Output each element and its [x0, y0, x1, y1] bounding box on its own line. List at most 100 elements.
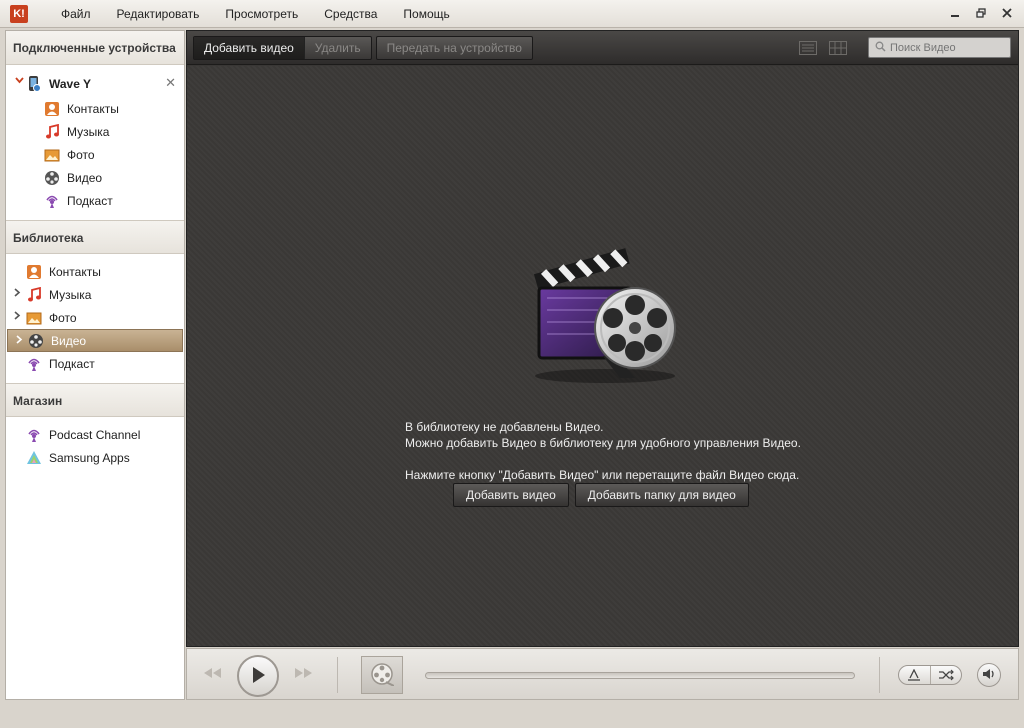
music-note-icon [44, 123, 60, 140]
grid-view-icon[interactable] [827, 38, 849, 58]
library-item-contacts[interactable]: Контакты [6, 260, 184, 283]
library-header: Библиотека [6, 220, 184, 254]
restore-icon[interactable] [972, 4, 990, 22]
add-video-cta-button[interactable]: Добавить видео [453, 483, 569, 507]
search-input[interactable] [890, 41, 1000, 54]
search-icon [875, 41, 886, 55]
toolbar: Добавить видео Удалить Передать на устро… [187, 31, 1018, 65]
library-item-label: Музыка [49, 287, 92, 302]
device-name: Wave Y [49, 77, 92, 91]
samsung-apps-icon [26, 450, 42, 466]
fast-forward-icon[interactable] [293, 667, 313, 682]
device-item-podcast[interactable]: Подкаст [6, 189, 184, 212]
send-to-device-button[interactable]: Передать на устройство [377, 37, 532, 59]
chevron-down-icon[interactable] [14, 76, 24, 88]
status-bar [0, 702, 1024, 728]
library-item-video[interactable]: Видео [7, 329, 183, 352]
view-toggle [797, 38, 849, 58]
menu-edit[interactable]: Редактировать [104, 0, 213, 28]
empty-state-message: В библиотеку не добавлены Видео. Можно д… [405, 419, 905, 483]
menu-view[interactable]: Просмотреть [212, 0, 311, 28]
device-item-photo[interactable]: Фото [6, 143, 184, 166]
menu-file[interactable]: Файл [48, 0, 104, 28]
photo-icon [26, 310, 42, 326]
main-panel: Добавить видео Удалить Передать на устро… [186, 30, 1019, 647]
video-clapperboard-icon [533, 248, 676, 383]
empty-state-line: В библиотеку не добавлены Видео. [405, 420, 604, 434]
device-item-label: Видео [67, 170, 103, 185]
film-reel-icon [370, 662, 395, 689]
add-video-folder-button[interactable]: Добавить папку для видео [574, 483, 749, 507]
search-box [868, 37, 1011, 58]
store-header: Магазин [6, 383, 184, 417]
delete-button[interactable]: Удалить [303, 36, 371, 59]
app-logo-icon: K! [10, 4, 28, 23]
playback-mode-group [898, 665, 962, 685]
library-item-photo[interactable]: Фото [6, 306, 184, 329]
empty-state-line: Нажмите кнопку "Добавить Видео" или пере… [405, 468, 800, 482]
device-item-contacts[interactable]: Контакты [6, 97, 184, 120]
send-group: Передать на устройство [375, 35, 533, 60]
add-video-button[interactable]: Добавить видео [194, 36, 304, 59]
device-item-music[interactable]: Музыка [6, 120, 184, 143]
video-actions-group: Добавить видео Удалить [193, 35, 372, 60]
list-view-icon[interactable] [797, 38, 819, 58]
podcast-icon [44, 193, 60, 209]
divider [879, 657, 880, 693]
play-button[interactable] [237, 655, 279, 697]
library-item-label: Видео [51, 333, 87, 348]
device-item-label: Музыка [67, 124, 110, 139]
rewind-icon[interactable] [203, 667, 223, 682]
divider [337, 657, 338, 693]
empty-state-actions: Добавить видео Добавить папку для видео [453, 483, 749, 507]
device-item-label: Фото [67, 147, 95, 162]
disconnect-icon[interactable]: ✕ [165, 75, 176, 91]
library-item-podcast[interactable]: Подкаст [6, 352, 184, 375]
library-section: Контакты Музыка Фото Видео Подкаст [6, 254, 184, 383]
seek-bar[interactable] [425, 672, 855, 679]
library-item-label: Подкаст [49, 356, 95, 371]
chevron-right-icon[interactable] [12, 288, 22, 300]
film-reel-icon [28, 333, 44, 349]
chevron-right-icon[interactable] [12, 311, 22, 323]
devices-header: Подключенные устройства [6, 31, 184, 65]
store-item-podcast-channel[interactable]: Podcast Channel [6, 423, 184, 446]
store-item-label: Podcast Channel [49, 427, 141, 442]
photo-icon [44, 147, 60, 163]
player-bar [186, 648, 1019, 700]
video-library-content[interactable]: В библиотеку не добавлены Видео. Можно д… [187, 66, 1018, 646]
speaker-icon [982, 668, 996, 683]
library-item-music[interactable]: Музыка [6, 283, 184, 306]
menu-help[interactable]: Помощь [390, 0, 462, 28]
store-section: Podcast Channel Samsung Apps [6, 417, 184, 477]
menu-tools[interactable]: Средства [311, 0, 390, 28]
device-wave-y[interactable]: Wave Y ✕ [6, 71, 184, 97]
library-item-label: Контакты [49, 264, 101, 279]
film-reel-icon [44, 170, 60, 186]
device-item-label: Контакты [67, 101, 119, 116]
store-item-label: Samsung Apps [49, 450, 130, 465]
minimize-icon[interactable] [946, 4, 964, 22]
sidebar: Подключенные устройства Wave Y ✕ Контакт… [5, 30, 185, 700]
device-item-video[interactable]: Видео [6, 166, 184, 189]
close-icon[interactable] [998, 4, 1016, 22]
library-item-label: Фото [49, 310, 77, 325]
contacts-icon [44, 101, 60, 117]
contacts-icon [26, 264, 42, 280]
device-item-label: Подкаст [67, 193, 113, 208]
podcast-icon [26, 427, 42, 443]
volume-button[interactable] [977, 663, 1001, 687]
now-playing-thumbnail [361, 656, 403, 694]
menu-bar: K! Файл Редактировать Просмотреть Средст… [0, 0, 1024, 28]
phone-icon [26, 76, 42, 92]
chevron-right-icon[interactable] [14, 335, 24, 347]
window-controls [946, 4, 1016, 22]
play-icon [250, 666, 266, 687]
shuffle-icon[interactable] [929, 666, 962, 684]
podcast-icon [26, 356, 42, 372]
repeat-icon[interactable] [899, 666, 930, 684]
store-item-samsung-apps[interactable]: Samsung Apps [6, 446, 184, 469]
devices-section: Wave Y ✕ Контакты Музыка Фото Видео Подк… [6, 65, 184, 220]
music-note-icon [26, 286, 42, 303]
empty-state-line: Можно добавить Видео в библиотеку для уд… [405, 436, 801, 450]
